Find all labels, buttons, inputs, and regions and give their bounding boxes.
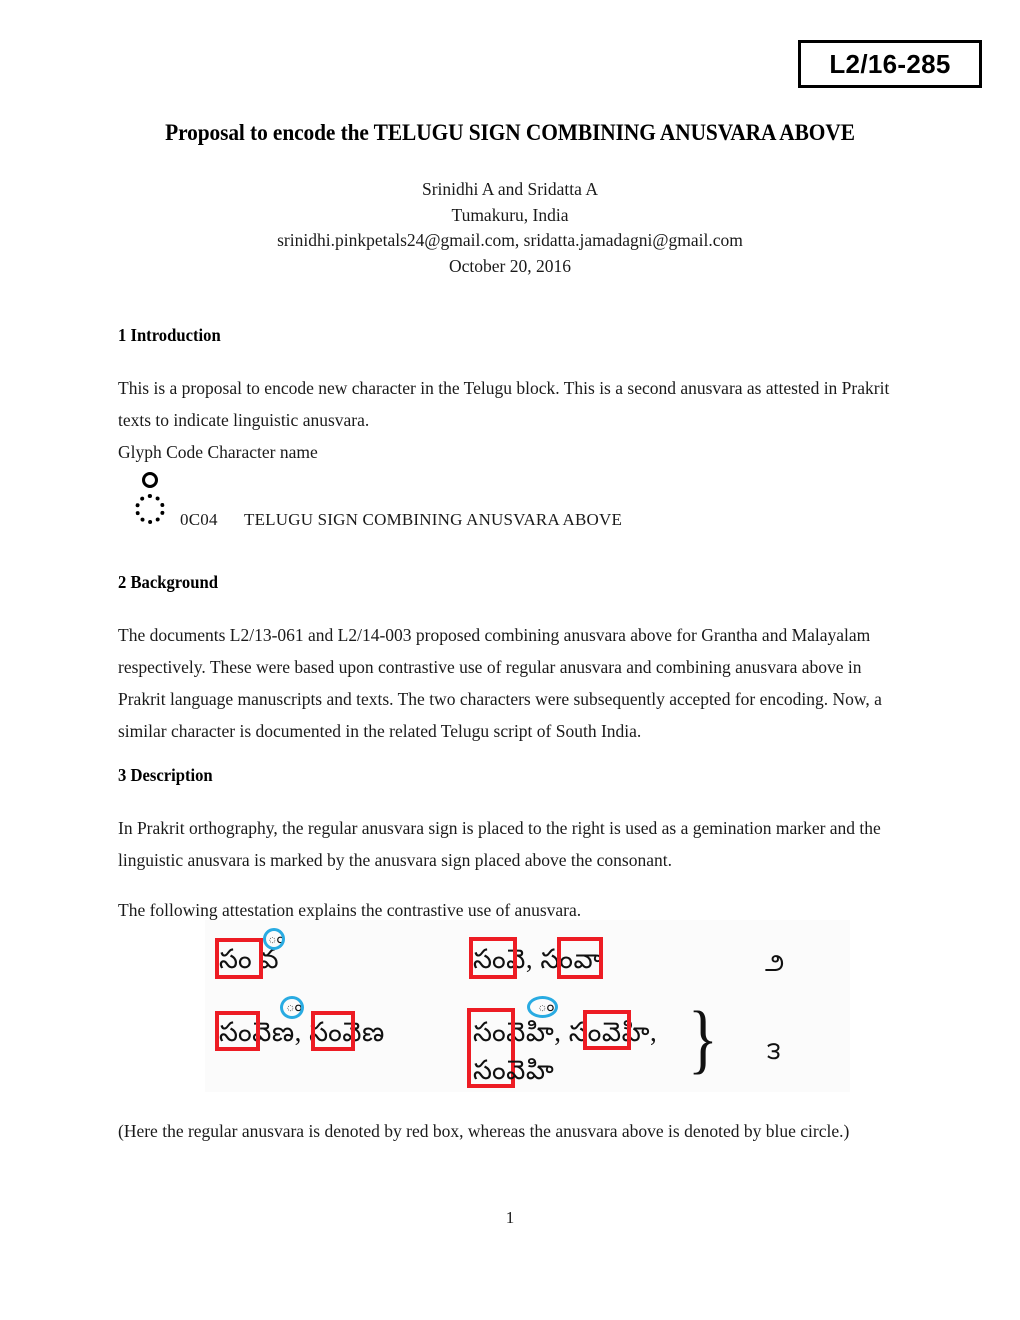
- blue-circle-annotation: [527, 996, 558, 1018]
- author-emails: srinidhi.pinkpetals24@gmail.com, sridatt…: [277, 230, 743, 250]
- red-box-annotation: [557, 937, 603, 979]
- document-date: October 20, 2016: [449, 255, 571, 276]
- red-box-annotation: [215, 938, 263, 979]
- paragraph-background: The documents L2/13-061 and L2/14-003 pr…: [118, 625, 882, 741]
- glyph-table-header: Glyph Code Character name: [118, 442, 318, 462]
- red-box-annotation: [311, 1011, 355, 1051]
- glyph-character-name: TELUGU SIGN COMBINING ANUSVARA ABOVE: [244, 510, 623, 529]
- document-body: 1 Introduction This is a proposal to enc…: [118, 325, 896, 926]
- blue-circle-annotation: [280, 996, 304, 1019]
- red-box-annotation: [583, 1010, 631, 1050]
- author-names: Srinidhi A and Sridatta A: [422, 179, 598, 199]
- red-box-annotation: [215, 1011, 260, 1051]
- section-introduction: 1 Introduction This is a proposal to enc…: [118, 325, 896, 542]
- heading-description: 3 Description: [118, 765, 213, 785]
- author-block: Srinidhi A and Sridatta A Tumakuru, Indi…: [60, 177, 960, 279]
- section-description: 3 Description In Prakrit orthography, th…: [118, 765, 896, 926]
- section-background: 2 Background The documents L2/13-061 and…: [118, 572, 896, 747]
- figure-caption: (Here the regular anusvara is denoted by…: [118, 1121, 850, 1141]
- telugu-digit-two: ౨: [765, 950, 785, 977]
- author-affiliation: Tumakuru, India: [451, 204, 569, 225]
- blue-circle-annotation: [263, 928, 285, 950]
- manuscript-attestation-figure: సం వ ం సంవెణ, సంవెణ ం సంవె, సంవా సంవెహి,…: [205, 920, 850, 1092]
- paragraph-introduction: This is a proposal to encode new charact…: [118, 378, 890, 430]
- document-number-box: L2/16-285: [798, 40, 982, 88]
- paragraph-description-1: In Prakrit orthography, the regular anus…: [118, 818, 881, 870]
- telugu-digit-three: ౩: [767, 1038, 781, 1065]
- curly-brace-icon: }: [688, 996, 718, 1082]
- heading-introduction: 1 Introduction: [118, 325, 221, 345]
- page-title: Proposal to encode the TELUGU SIGN COMBI…: [165, 120, 855, 145]
- glyph-codepoint: 0C04: [180, 510, 218, 529]
- manuscript-line-right-3: సంవెహి: [473, 1055, 555, 1085]
- anusvara-above-dotted-circle-glyph-icon: [126, 470, 184, 536]
- document-page: L2/16-285 Proposal to encode the TELUGU …: [0, 0, 1020, 1320]
- red-box-annotation: [469, 937, 517, 979]
- heading-background: 2 Background: [118, 572, 218, 592]
- anusvara-ring-icon: [142, 472, 158, 488]
- page-number: 1: [505, 1208, 515, 1227]
- glyph-table-row: 0C04 TELUGU SIGN COMBINING ANUSVARA ABOV…: [118, 470, 896, 542]
- document-number-text: L2/16-285: [829, 49, 951, 79]
- dotted-circle-icon: [135, 494, 165, 524]
